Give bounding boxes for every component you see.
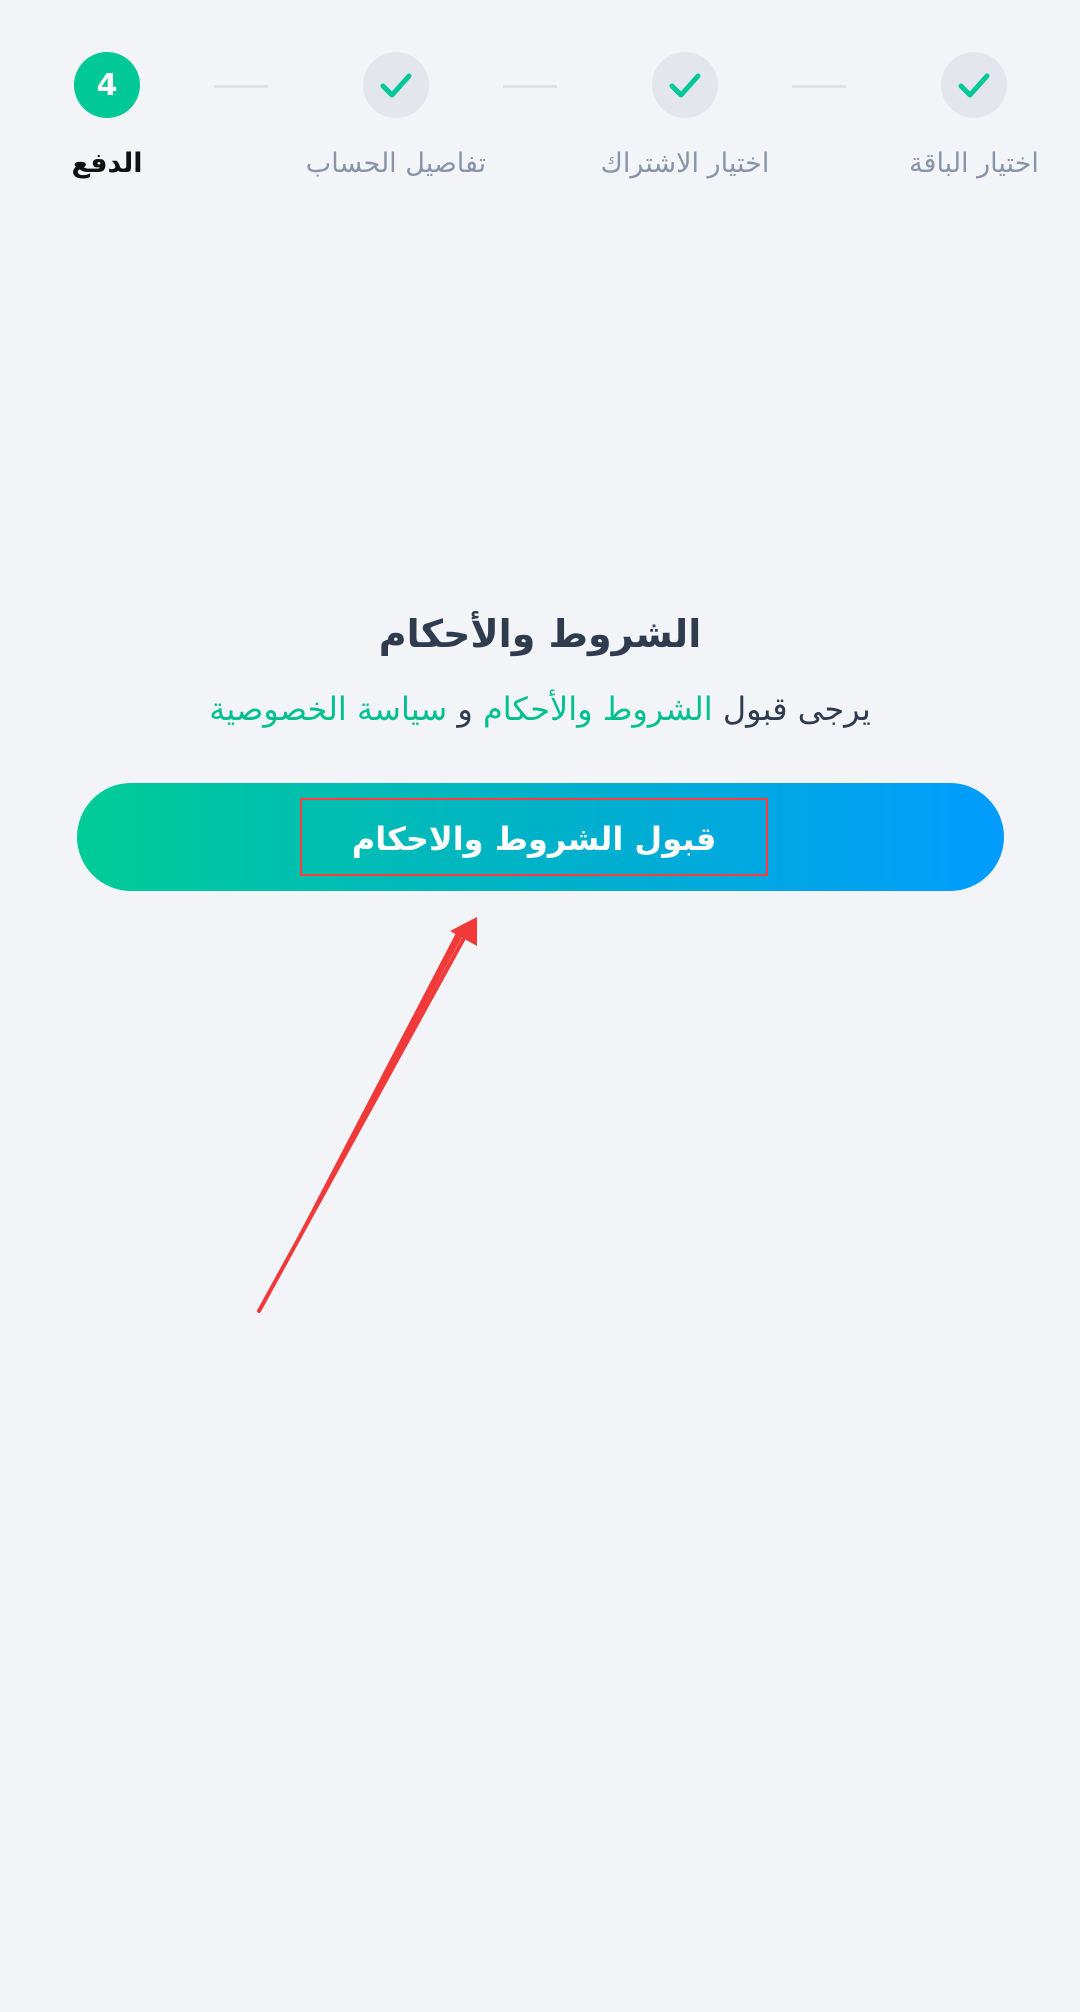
step-active-circle: 4 xyxy=(74,52,140,118)
checkmark-icon xyxy=(380,73,412,98)
step-choose-package[interactable]: اختيار الباقة xyxy=(824,52,1080,179)
step-account-details[interactable]: تفاصيل الحساب xyxy=(246,52,546,179)
terms-message: يرجى قبول الشروط والأحكام و سياسة الخصوص… xyxy=(0,690,1080,728)
step-complete-circle xyxy=(941,52,1007,118)
step-complete-circle xyxy=(652,52,718,118)
step-choose-subscription[interactable]: اختيار الاشتراك xyxy=(535,52,835,179)
accept-terms-button[interactable]: قبول الشروط والاحكام xyxy=(77,783,1004,891)
step-number: 4 xyxy=(96,67,118,103)
step-label: اختيار الاشتراك xyxy=(600,148,770,179)
annotation-arrow-icon xyxy=(257,917,477,1313)
step-label: تفاصيل الحساب xyxy=(305,148,487,179)
step-payment: 4 الدفع xyxy=(0,52,257,179)
progress-stepper: اختيار الباقة اختيار الاشتراك تفاصيل الح… xyxy=(0,0,1080,200)
arrow-line xyxy=(257,938,465,1313)
arrow-head xyxy=(450,917,477,946)
terms-conjunction: و xyxy=(457,690,473,728)
accept-terms-button-label: قبول الشروط والاحكام xyxy=(300,798,768,876)
arrow-shaft xyxy=(259,933,462,1311)
step-label: الدفع xyxy=(71,148,143,179)
checkmark-icon xyxy=(958,73,990,98)
terms-title: الشروط والأحكام xyxy=(378,612,702,656)
terms-prefix: يرجى قبول xyxy=(722,690,871,728)
checkmark-icon xyxy=(669,73,701,98)
step-label: اختيار الباقة xyxy=(909,148,1039,179)
privacy-policy-link[interactable]: سياسة الخصوصية xyxy=(209,690,447,728)
terms-link[interactable]: الشروط والأحكام xyxy=(483,690,713,728)
step-complete-circle xyxy=(363,52,429,118)
